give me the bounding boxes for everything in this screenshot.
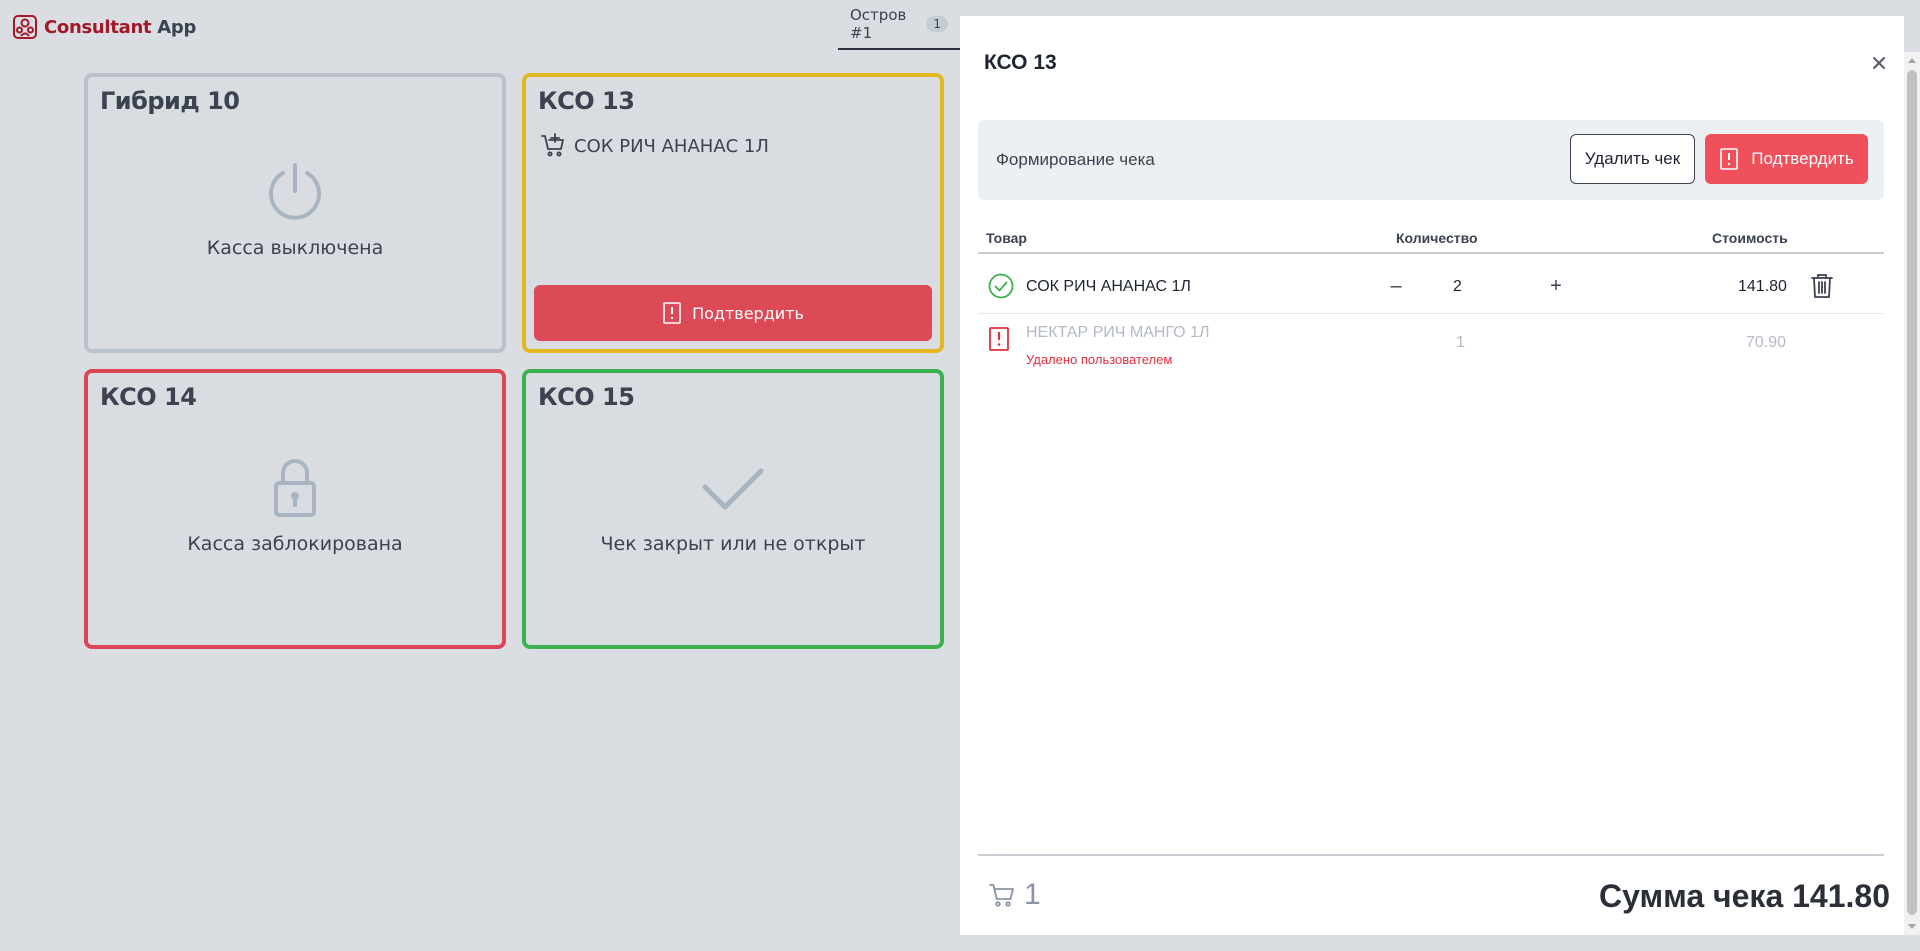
tile-status: Касса выключена <box>206 237 384 259</box>
item-price: 70.90 <box>1746 334 1787 351</box>
item-quantity: 1 <box>1456 334 1465 351</box>
table-row: НЕКТАР РИЧ МАНГО 1Л Удалено пользователе… <box>978 314 1884 370</box>
receipt-panel: КСО 13 Формирование чека Удалить чек Под… <box>960 16 1904 935</box>
tab-label: Остров #1 <box>850 6 907 42</box>
tab-bar: Остров #1 1 <box>838 0 960 50</box>
delete-receipt-button[interactable]: Удалить чек <box>1570 134 1695 184</box>
logo-icon <box>13 15 37 39</box>
tile-title: КСО 14 <box>100 383 197 411</box>
tile-confirm-label: Подтвердить <box>692 303 804 323</box>
app-header: Consultant App Остров #1 1 <box>0 0 960 52</box>
confirm-button[interactable]: Подтвердить <box>1705 134 1868 184</box>
tile-title: КСО 13 <box>538 87 635 115</box>
tab-badge: 1 <box>926 16 948 32</box>
cart-icon <box>989 884 1014 907</box>
tile-pending-item: СОК РИЧ АНАНАС 1Л <box>540 133 769 159</box>
check-circle-icon <box>988 273 1014 299</box>
item-name: СОК РИЧ АНАНАС 1Л <box>1026 278 1191 295</box>
app-name: App <box>157 16 197 38</box>
scroll-thumb[interactable] <box>1907 70 1917 915</box>
receipt-status-label: Формирование чека <box>996 150 1155 169</box>
deleted-by-user-note: Удалено пользователем <box>1026 352 1173 367</box>
cart-summary: 1 <box>988 878 1041 912</box>
table-row: СОК РИЧ АНАНАС 1Л – 2 + 141.80 <box>978 258 1884 314</box>
item-name: НЕКТАР РИЧ МАНГО 1Л <box>1026 324 1210 341</box>
scrollbar[interactable] <box>1904 52 1920 935</box>
cart-count: 1 <box>1024 878 1041 911</box>
items-table-header: Товар Количество Стоимость <box>978 222 1884 254</box>
tile-confirm-button[interactable]: Подтвердить <box>534 285 932 341</box>
tile-title: Гибрид 10 <box>100 87 240 115</box>
close-icon[interactable] <box>1868 52 1890 74</box>
receipt-action-bar: Формирование чека Удалить чек Подтвердит… <box>978 120 1884 200</box>
column-quantity: Количество <box>1396 230 1478 246</box>
app-logo: Consultant App <box>12 14 196 40</box>
receipt-alert-icon <box>1720 148 1739 170</box>
cart-add-icon <box>541 133 564 157</box>
check-icon <box>702 468 764 510</box>
scroll-up-icon[interactable] <box>1908 58 1916 63</box>
trash-icon[interactable] <box>1810 273 1834 299</box>
receipt-total: Сумма чека 141.80 <box>1598 878 1890 914</box>
terminal-tile-kso-15[interactable]: КСО 15 Чек закрыт или не открыт <box>522 369 944 649</box>
terminal-tile-kso-13[interactable]: КСО 13 СОК РИЧ АНАНАС 1Л Подтвердить <box>522 73 944 353</box>
lock-icon <box>274 459 316 517</box>
footer-divider <box>978 854 1884 856</box>
tab-island-1[interactable]: Остров #1 1 <box>838 0 960 50</box>
receipt-alert-icon <box>989 327 1009 351</box>
receipt-alert-icon <box>663 302 681 324</box>
confirm-button-label: Подтвердить <box>1751 149 1854 168</box>
tile-title: КСО 15 <box>538 383 635 411</box>
column-price: Стоимость <box>1712 230 1788 246</box>
increase-quantity-button[interactable]: + <box>1546 276 1566 296</box>
brand-name: Consultant <box>44 16 152 38</box>
tile-item-name: СОК РИЧ АНАНАС 1Л <box>574 135 769 157</box>
column-product: Товар <box>986 230 1027 246</box>
tile-status: Чек закрыт или не открыт <box>600 533 866 555</box>
item-price: 141.80 <box>1738 278 1787 295</box>
panel-title: КСО 13 <box>984 51 1057 74</box>
scroll-down-icon[interactable] <box>1908 924 1916 929</box>
power-icon <box>269 163 321 220</box>
terminal-tile-hybrid-10[interactable]: Гибрид 10 Касса выключена <box>84 73 506 353</box>
terminal-tile-kso-14[interactable]: КСО 14 Касса заблокирована <box>84 369 506 649</box>
item-quantity: 2 <box>1453 278 1462 295</box>
tile-status: Касса заблокирована <box>187 533 403 555</box>
decrease-quantity-button[interactable]: – <box>1386 276 1406 296</box>
